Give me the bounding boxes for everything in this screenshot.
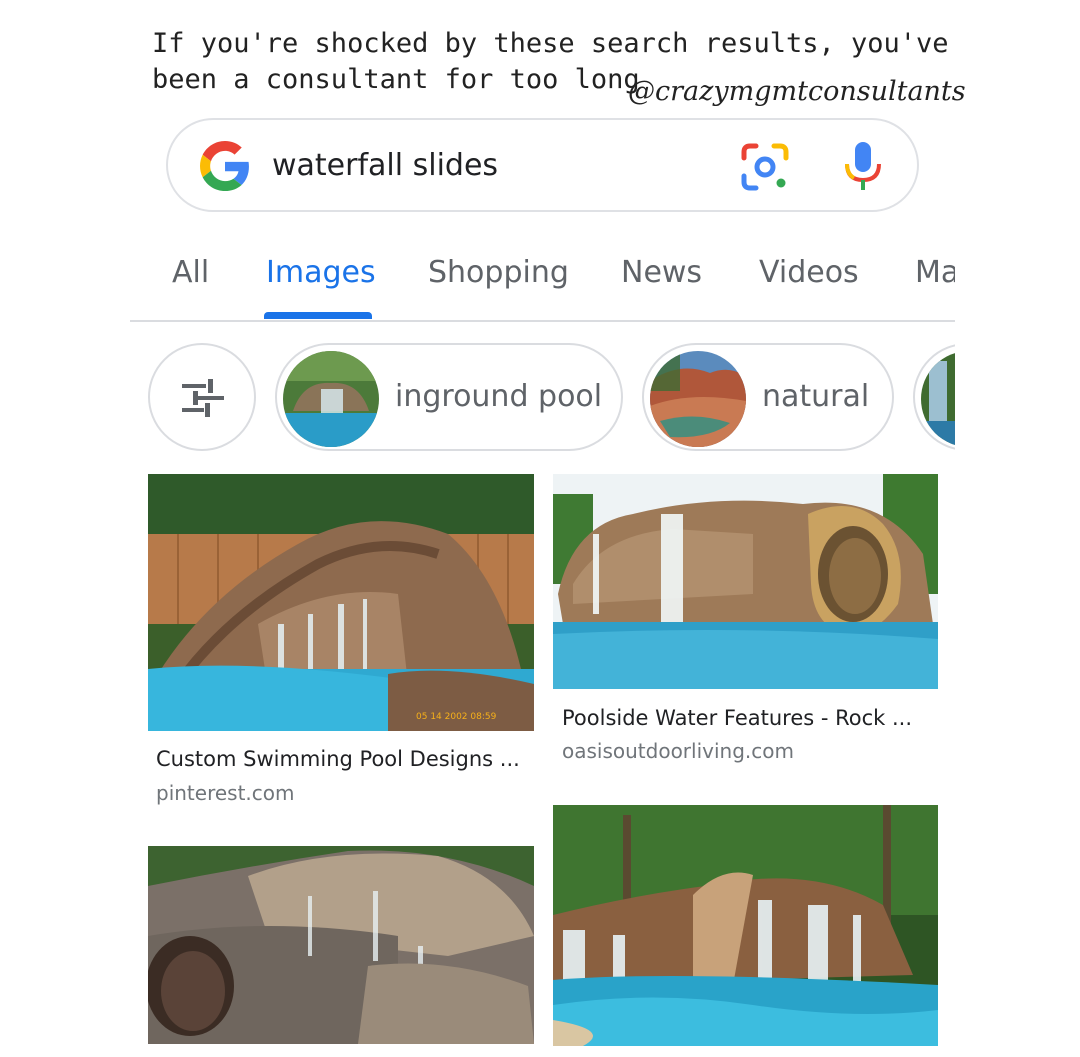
chip-thumbnail [283,351,379,447]
tab-shopping[interactable]: Shopping [428,255,569,290]
result-source-1[interactable]: pinterest.com [156,781,295,805]
caption-handle: @crazymgmtconsultants [628,76,966,107]
filter-chip-partial[interactable] [913,343,955,451]
filter-chip-inground-pool[interactable]: inground pool [275,343,623,451]
result-image-4[interactable] [553,805,938,1046]
lens-camera-icon[interactable] [740,142,790,192]
tab-images[interactable]: Images [266,255,376,290]
tab-more[interactable]: Ma [915,255,955,290]
result-title-1[interactable]: Custom Swimming Pool Designs ... [156,747,520,771]
result-source-2[interactable]: oasisoutdoorliving.com [562,739,794,763]
result-title-2[interactable]: Poolside Water Features - Rock ... [562,706,912,730]
active-tab-indicator [264,312,372,319]
chip-thumbnail [650,351,746,447]
tab-news[interactable]: News [621,255,702,290]
chip-thumbnail [921,351,955,447]
tab-all[interactable]: All [172,255,209,290]
filter-chip-settings[interactable] [148,343,256,451]
chip-label: natural [762,379,870,414]
microphone-icon[interactable] [843,140,883,192]
tab-videos[interactable]: Videos [759,255,859,290]
google-logo-icon [200,141,249,191]
search-input[interactable]: waterfall slides [272,148,498,183]
photo-date-stamp: 05 14 2002 08:59 [416,712,497,722]
filter-chip-natural[interactable]: natural [642,343,894,451]
result-image-1[interactable]: 05 14 2002 08:59 [148,474,534,731]
filter-sliders-icon [182,379,224,417]
filter-chips: inground pool natural [148,343,955,453]
search-bar[interactable]: waterfall slides [166,118,919,212]
result-image-3[interactable] [148,846,534,1044]
search-tabs: All Images Shopping News Videos Ma [130,240,955,322]
chip-label: inground pool [395,379,603,414]
result-image-2[interactable] [553,474,938,689]
